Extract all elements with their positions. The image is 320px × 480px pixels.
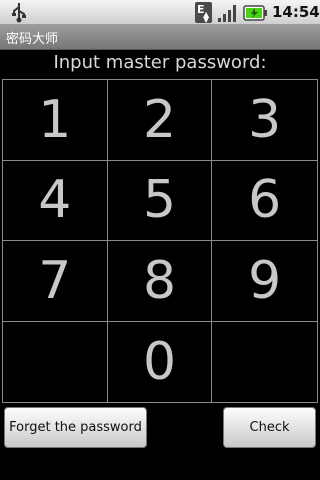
status-clock: 14:54 [272,3,320,21]
app-title: 密码大师 [6,32,59,47]
key-blank-left [3,321,108,402]
status-bar: E ▲ ▼ 14:54 [0,0,320,25]
key-4[interactable]: 4 [3,160,108,241]
key-blank-right [212,321,317,402]
key-0[interactable]: 0 [107,321,213,402]
usb-icon [12,3,26,23]
key-6[interactable]: 6 [212,160,317,241]
key-1[interactable]: 1 [3,80,108,161]
key-3[interactable]: 3 [212,80,317,161]
key-8[interactable]: 8 [107,241,213,322]
check-button[interactable]: Check [223,407,316,448]
signal-icon [218,5,236,22]
key-2[interactable]: 2 [107,80,213,161]
key-5[interactable]: 5 [107,160,213,241]
network-icon: E ▲ ▼ [195,2,212,24]
key-7[interactable]: 7 [3,241,108,322]
numeric-keypad: 1 2 3 4 5 6 7 8 9 0 [2,79,318,403]
battery-icon [243,5,267,21]
forget-password-button[interactable]: Forget the password [4,407,147,448]
password-prompt: Input master password: [53,52,267,73]
app-title-bar: 密码大师 [0,25,320,50]
key-9[interactable]: 9 [212,241,317,322]
